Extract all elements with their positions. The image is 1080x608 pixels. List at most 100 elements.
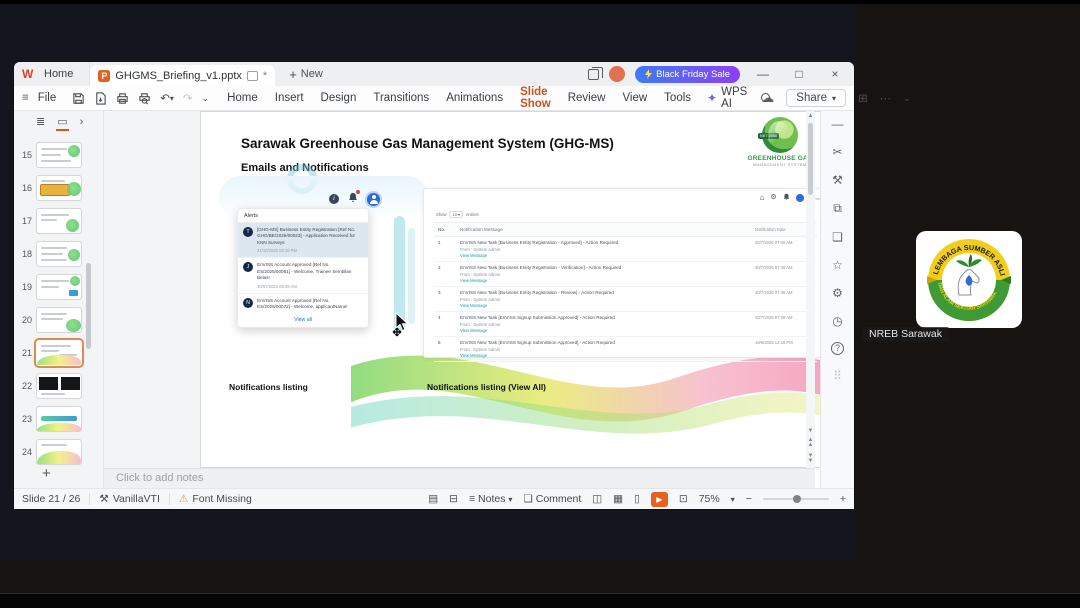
print-icon[interactable] — [116, 92, 129, 105]
menu-home[interactable]: Home — [227, 88, 258, 108]
slide-thumbnail-21-selected[interactable] — [34, 338, 84, 368]
scroll-down-icon[interactable]: ▼ — [806, 428, 815, 434]
minimize-button[interactable]: — — [750, 67, 776, 81]
slide-thumbnail-17[interactable] — [36, 208, 82, 234]
objects-layers-icon[interactable]: ⧉ — [833, 201, 842, 216]
wps-ai-button[interactable]: ✦ WPS AI — [707, 86, 747, 110]
outline-view-icon[interactable]: ≣ — [36, 115, 45, 128]
slide-view-icon[interactable]: ▭ — [56, 115, 70, 131]
slide-number: 20 — [21, 315, 32, 325]
menu-tools[interactable]: Tools — [664, 88, 691, 108]
zoom-in-button[interactable]: + — [840, 493, 846, 505]
share-button[interactable]: Share ▾ — [786, 89, 846, 107]
slide-thumbnail-20[interactable] — [36, 307, 82, 333]
file-menu[interactable]: File — [38, 92, 57, 104]
collapse-sidebar-icon[interactable]: — — [832, 117, 844, 131]
slide-thumbnail-22[interactable] — [36, 373, 82, 399]
theme-icon: ⚒ — [99, 493, 109, 505]
alerts-header: Alerts — [238, 209, 368, 223]
zoom-chevron-icon[interactable]: ▾ — [731, 495, 735, 504]
participant-video-tile[interactable]: LEMBAGA SUMBER ASLI DAN ALAM SEKITAR SAR… — [916, 231, 1022, 328]
warning-icon: ⚠ — [178, 493, 189, 505]
maximize-button[interactable]: □ — [786, 67, 812, 81]
alert-avatar: T — [243, 227, 253, 237]
alert-text: EnVISS Account Approved [Ref No. ES/2025… — [257, 297, 348, 309]
view-message-link: View Message — [460, 253, 488, 258]
undo-icon[interactable]: ↶ ▾ — [160, 91, 174, 105]
add-slide-button[interactable]: + — [42, 465, 51, 482]
scrollbar-thumb[interactable] — [808, 123, 813, 195]
page-size-control: Show 10 ▾ entries — [436, 211, 479, 218]
slide-thumbnail-19[interactable] — [36, 274, 82, 300]
panel-expand-icon[interactable]: › — [80, 116, 84, 128]
zoom-level[interactable]: 75% — [699, 493, 720, 505]
menu-insert[interactable]: Insert — [275, 88, 304, 108]
slide-thumbnail-16[interactable] — [36, 175, 82, 201]
comment-panel-icon[interactable]: ❏ — [832, 230, 843, 244]
zoom-out-button[interactable]: − — [746, 493, 752, 505]
fit-slide-icon[interactable]: ⊡ — [679, 493, 688, 505]
help-icon[interactable]: ? — [831, 342, 844, 355]
settings-sliders-icon[interactable]: ⚙ — [832, 286, 843, 300]
alert-text: EnVISS Account Approved [Ref No. ES/2025… — [257, 262, 352, 281]
smart-tools-icon[interactable]: ✂ — [832, 145, 842, 159]
apps-grid-icon[interactable]: ⠿ — [833, 369, 842, 383]
slide-21[interactable]: Sarawak Greenhouse Gas Management System… — [200, 111, 841, 468]
print-preview-icon[interactable] — [138, 92, 151, 105]
notification-message: EnVISS New Task [Business Entity Registr… — [460, 265, 622, 270]
export-pdf-icon[interactable] — [94, 91, 107, 105]
editing-canvas: Sarawak Greenhouse Gas Management System… — [104, 111, 841, 468]
alert-avatar: N — [243, 297, 253, 308]
slide-thumbnail-24[interactable] — [36, 439, 82, 465]
ribbon-more-icon[interactable]: ⋯ — [880, 91, 892, 105]
reading-view-icon[interactable]: ▯ — [634, 493, 640, 505]
next-slide-icon[interactable]: ▼ ▼ — [806, 453, 815, 464]
slideshow-play-button[interactable]: ▶ — [650, 491, 668, 507]
notes-page-icon[interactable]: ▤ — [428, 493, 438, 505]
canvas-scrollbar[interactable]: ▲ ▼ ▲ ▲ ▼ ▼ — [806, 111, 815, 468]
caption-notifications-listing: Notifications listing — [229, 382, 308, 392]
notification-from: From : System Admin — [460, 321, 501, 327]
alert-avatar: J — [243, 262, 253, 273]
menu-design[interactable]: Design — [321, 88, 357, 108]
slide-sorter-icon[interactable]: ▦ — [613, 493, 623, 505]
plus-icon: + — [289, 66, 297, 82]
jump-to-notes-icon[interactable]: ⊟ — [449, 493, 458, 505]
menu-animations[interactable]: Animations — [446, 88, 503, 108]
notes-input[interactable]: Click to add notes — [104, 468, 815, 488]
notification-message: EnVISS New Task [EnVISS Signup Submissio… — [460, 340, 615, 345]
account-avatar[interactable] — [609, 66, 626, 82]
tab-list-icon[interactable] — [588, 66, 604, 80]
zoom-slider-knob[interactable] — [792, 495, 801, 503]
menu-transitions[interactable]: Transitions — [373, 88, 429, 108]
menu-slide-show[interactable]: Slide Show — [520, 82, 551, 114]
history-clock-icon[interactable]: ◷ — [832, 314, 842, 328]
font-missing-label[interactable]: Font Missing — [192, 493, 252, 505]
close-button[interactable]: × — [822, 67, 848, 81]
favorites-icon[interactable]: ☆ — [832, 258, 843, 272]
zoom-slider[interactable] — [762, 495, 829, 503]
redo-icon[interactable]: ↷ — [183, 91, 193, 105]
comment-button[interactable]: ❏ Comment — [523, 493, 581, 505]
design-theme-icon[interactable]: ⚒ — [832, 173, 843, 187]
toolbar-more-icon[interactable]: ⌄ — [202, 93, 210, 104]
previous-slide-icon[interactable]: ▲ ▲ — [806, 437, 815, 448]
menu-review[interactable]: Review — [568, 88, 606, 108]
menu-view[interactable]: View — [622, 88, 647, 108]
black-friday-sale-button[interactable]: Black Friday Sale — [635, 65, 740, 83]
decorative-bar — [408, 228, 415, 324]
thumbnail-scrollbar[interactable] — [86, 263, 91, 349]
home-tab[interactable]: Home — [42, 62, 91, 86]
save-icon[interactable] — [72, 92, 85, 105]
slide-thumbnail-15[interactable] — [36, 142, 82, 168]
scroll-up-icon[interactable]: ▲ — [806, 113, 815, 119]
new-tab-button[interactable]: + New — [289, 67, 323, 82]
slide-thumbnail-18[interactable] — [36, 241, 82, 267]
notes-toggle[interactable]: ≡ Notes ▾ — [469, 493, 512, 505]
document-tab-label: GHGMS_Briefing_v1.pptx — [115, 69, 242, 82]
panel-layout-icon[interactable]: ⊞ — [858, 91, 868, 105]
slide-thumbnail-23[interactable] — [36, 406, 82, 432]
collapse-ribbon-icon[interactable]: ⌄ — [903, 93, 911, 104]
theme-name[interactable]: VanillaVTI — [113, 493, 160, 505]
normal-view-icon[interactable]: ◫ — [592, 493, 602, 505]
